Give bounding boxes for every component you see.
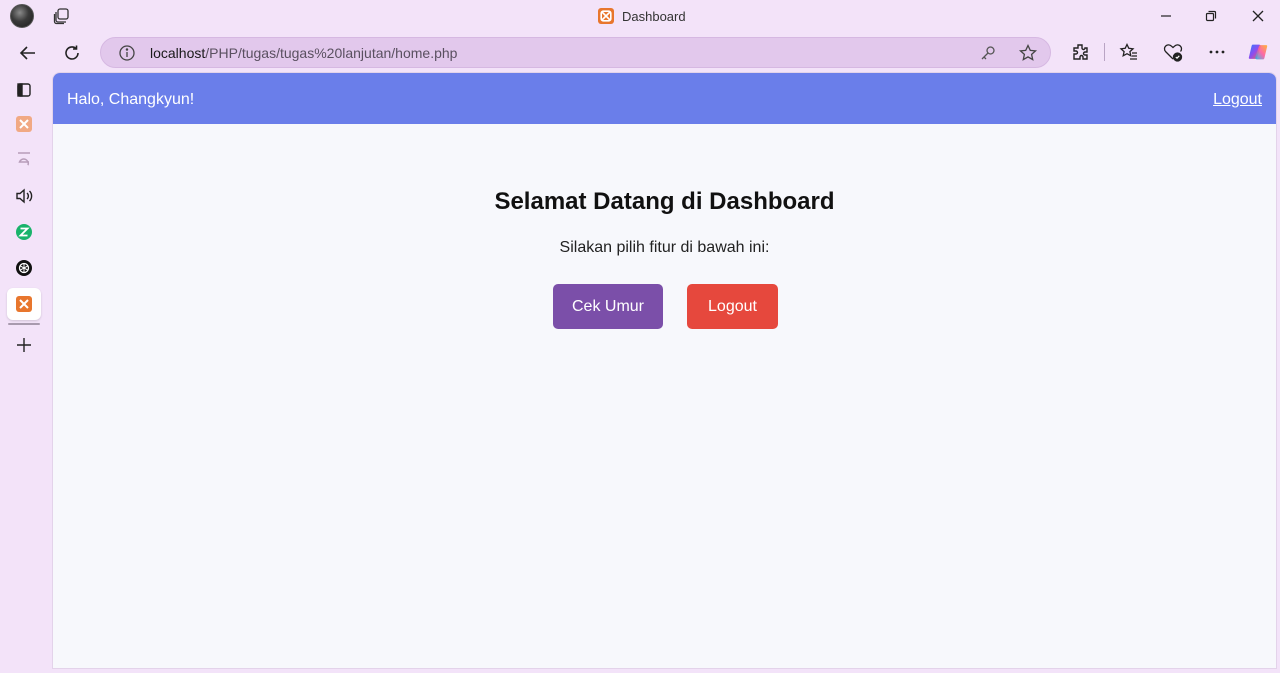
add-icon[interactable] (12, 333, 36, 357)
toolbar-separator (1104, 43, 1105, 61)
chatgpt-icon[interactable] (12, 256, 36, 280)
address-bar[interactable]: localhost/PHP/tugas/tugas%20lanjutan/hom… (100, 37, 1051, 68)
active-tab-title[interactable]: Dashboard (598, 8, 686, 24)
page-title: Selamat Datang di Dashboard (494, 188, 835, 215)
more-icon[interactable] (1206, 41, 1228, 63)
page-viewport: Halo, Changkyun! Logout Selamat Datang d… (52, 72, 1277, 669)
xampp-favicon-icon (598, 8, 614, 24)
page-subtitle: Silakan pilih fitur di bawah ini: (559, 239, 770, 256)
title-bar: Dashboard (0, 0, 1280, 34)
close-icon[interactable] (1246, 5, 1270, 27)
url-path: /PHP/tugas/tugas%20lanjutan/home.php (205, 45, 458, 61)
copilot-icon[interactable] (1247, 41, 1269, 63)
e-icon[interactable] (12, 148, 36, 172)
extensions-icon[interactable] (1069, 41, 1091, 63)
info-icon[interactable] (118, 44, 136, 62)
logout-button[interactable]: Logout (687, 284, 778, 329)
url-text[interactable]: localhost/PHP/tugas/tugas%20lanjutan/hom… (150, 45, 457, 61)
key-icon[interactable] (979, 44, 997, 62)
star-icon[interactable] (1018, 43, 1038, 63)
site-header: Halo, Changkyun! Logout (53, 73, 1276, 124)
refresh-icon[interactable] (59, 40, 85, 66)
minimize-icon[interactable] (1154, 5, 1178, 27)
cek-umur-button[interactable]: Cek Umur (553, 284, 663, 329)
tab-title: Dashboard (622, 8, 686, 24)
read-aloud-icon[interactable] (12, 184, 36, 208)
favorites-icon[interactable] (1118, 41, 1140, 63)
back-icon[interactable] (15, 40, 41, 66)
workspaces-icon[interactable] (52, 6, 72, 26)
profile-avatar[interactable] (10, 4, 34, 28)
restore-icon[interactable] (1199, 5, 1223, 27)
browser-essentials-icon[interactable] (1162, 41, 1184, 63)
greeting-text: Halo, Changkyun! (67, 91, 195, 108)
xampp-icon[interactable] (12, 112, 36, 136)
tab-actions-icon[interactable] (12, 78, 36, 102)
header-logout-link[interactable]: Logout (1213, 91, 1262, 109)
sidebar-separator (8, 323, 40, 325)
z-icon[interactable] (12, 220, 36, 244)
xampp-active-icon[interactable] (12, 292, 36, 316)
url-host: localhost (150, 45, 206, 61)
